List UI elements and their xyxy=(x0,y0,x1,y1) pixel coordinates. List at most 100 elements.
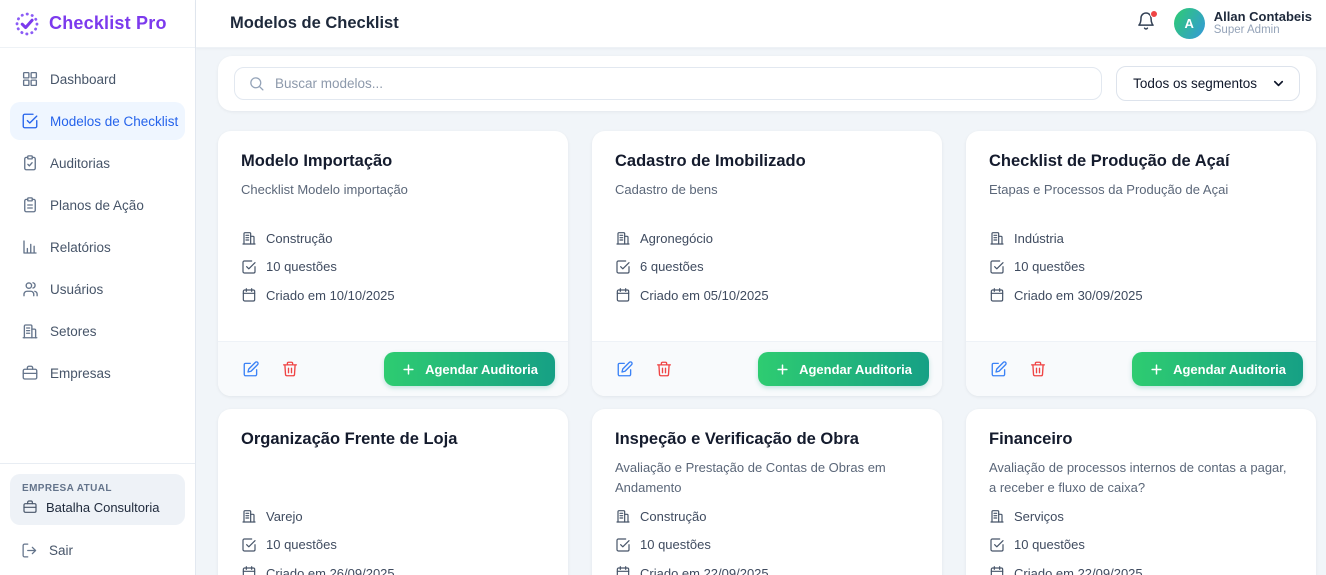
calendar-icon xyxy=(989,287,1005,303)
schedule-audit-button[interactable]: Agendar Auditoria xyxy=(384,352,555,386)
schedule-audit-label: Agendar Auditoria xyxy=(799,361,912,377)
current-company-name: Batalha Consultoria xyxy=(46,499,160,515)
check-square-icon xyxy=(615,537,631,553)
building-icon xyxy=(615,230,631,246)
schedule-audit-button[interactable]: Agendar Auditoria xyxy=(1132,352,1303,386)
card-meta-questions: 10 questões xyxy=(241,537,545,553)
user-menu[interactable]: A Allan Contabeis Super Admin xyxy=(1173,8,1312,39)
briefcase-icon xyxy=(22,499,38,515)
calendar-icon xyxy=(241,565,257,575)
sidebar-bottom: EMPRESA ATUAL Batalha Consultoria Sair xyxy=(0,463,195,575)
current-company-label: EMPRESA ATUAL xyxy=(22,483,112,494)
card-body: Modelo Importação Checklist Modelo import… xyxy=(218,131,568,341)
delete-button[interactable] xyxy=(1026,357,1050,381)
plus-icon xyxy=(775,362,790,377)
card-meta-created: Criado em 22/09/2025 xyxy=(989,565,1293,575)
card-body: Checklist de Produção de Açaí Etapas e Pr… xyxy=(966,131,1316,341)
sidebar-item-setores[interactable]: Setores xyxy=(10,312,185,350)
trash-icon xyxy=(655,360,673,378)
search-input[interactable] xyxy=(275,76,1089,91)
card-meta-segment: Varejo xyxy=(241,508,545,524)
card-meta-questions: 10 questões xyxy=(989,537,1293,553)
sidebar-item-auditorias[interactable]: Auditorias xyxy=(10,144,185,182)
user-name: Allan Contabeis xyxy=(1213,8,1312,24)
check-square-icon xyxy=(21,112,39,130)
calendar-icon xyxy=(615,287,631,303)
card-description xyxy=(241,458,545,508)
card-meta-list: Construção 10 questões Criado em 22/09/202… xyxy=(615,508,919,575)
model-card: Modelo Importação Checklist Modelo import… xyxy=(218,131,568,396)
check-square-icon xyxy=(241,259,257,275)
sidebar-item-dashboard[interactable]: Dashboard xyxy=(10,60,185,98)
card-meta-segment: Agronegócio xyxy=(615,230,919,246)
content: Todos os segmentos Modelo Importação Chec… xyxy=(196,48,1326,575)
segment-filter-value: Todos os segmentos xyxy=(1133,76,1257,91)
clipboard-list-icon xyxy=(21,196,39,214)
building-icon xyxy=(241,508,257,524)
card-title: Financeiro xyxy=(989,430,1073,448)
card-footer: Agendar Auditoria xyxy=(218,341,568,396)
card-meta-created: Criado em 05/10/2025 xyxy=(615,287,919,303)
sidebar-item-label: Planos de Ação xyxy=(50,197,144,213)
model-card: Cadastro de Imobilizado Cadastro de bens A… xyxy=(592,131,942,396)
card-meta-list: Agronegócio 6 questões Criado em 05/10/202… xyxy=(615,230,919,303)
card-meta-list: Varejo 10 questões Criado em 26/09/2025 xyxy=(241,508,545,575)
card-meta-segment: Indústria xyxy=(989,230,1293,246)
segment-filter-select[interactable]: Todos os segmentos xyxy=(1116,66,1300,101)
card-footer: Agendar Auditoria xyxy=(592,341,942,396)
calendar-icon xyxy=(615,565,631,575)
card-description: Cadastro de bens xyxy=(615,182,718,197)
model-card: Inspeção e Verificação de Obra Avaliação … xyxy=(592,409,942,575)
edit-button[interactable] xyxy=(613,357,637,381)
briefcase-icon xyxy=(21,364,39,382)
card-meta-questions: 10 questões xyxy=(615,537,919,553)
sidebar-item-label: Dashboard xyxy=(50,71,117,87)
check-square-icon xyxy=(989,259,1005,275)
dotted-check-circle-icon xyxy=(14,11,40,37)
brand: Checklist Pro xyxy=(0,0,195,48)
sidebar-item-modelos-de-checklist[interactable]: Modelos de Checklist xyxy=(10,102,185,140)
delete-button[interactable] xyxy=(278,357,302,381)
sidebar-item-empresas[interactable]: Empresas xyxy=(10,354,185,392)
logout-button[interactable]: Sair xyxy=(10,533,185,567)
delete-button[interactable] xyxy=(652,357,676,381)
logout-label: Sair xyxy=(49,542,74,558)
card-meta-created: Criado em 30/09/2025 xyxy=(989,287,1293,303)
building-icon xyxy=(241,230,257,246)
calendar-icon xyxy=(989,565,1005,575)
notifications-button[interactable] xyxy=(1134,9,1158,38)
sidebar-item-planos-de-a-o[interactable]: Planos de Ação xyxy=(10,186,185,224)
card-meta-segment: Construção xyxy=(241,230,545,246)
sidebar-item-usu-rios[interactable]: Usuários xyxy=(10,270,185,308)
plus-icon xyxy=(401,362,416,377)
edit-icon xyxy=(616,360,634,378)
notification-badge xyxy=(1149,10,1158,18)
schedule-audit-button[interactable]: Agendar Auditoria xyxy=(758,352,929,386)
header-right: A Allan Contabeis Super Admin xyxy=(1134,8,1312,39)
sidebar-item-relat-rios[interactable]: Relatórios xyxy=(10,228,185,266)
bar-chart-icon xyxy=(21,238,39,256)
card-meta-list: Serviços 10 questões Criado em 22/09/2025 xyxy=(989,508,1293,575)
card-meta-questions: 10 questões xyxy=(989,259,1293,275)
model-card: Organização Frente de Loja Varejo 10 quest… xyxy=(218,409,568,575)
sidebar-item-label: Relatórios xyxy=(50,239,111,255)
toolbar: Todos os segmentos xyxy=(218,56,1316,111)
sidebar: Checklist Pro Dashboard Modelos de Checkl… xyxy=(0,0,196,575)
clipboard-check-icon xyxy=(21,154,39,172)
building-icon xyxy=(989,508,1005,524)
main-area: Modelos de Checklist A Allan Contabeis S… xyxy=(196,0,1326,575)
edit-button[interactable] xyxy=(239,357,263,381)
card-title: Inspeção e Verificação de Obra xyxy=(615,430,859,448)
edit-button[interactable] xyxy=(987,357,1011,381)
top-header: Modelos de Checklist A Allan Contabeis S… xyxy=(196,0,1326,48)
building-icon xyxy=(21,322,39,340)
search-box xyxy=(234,67,1103,100)
users-icon xyxy=(21,280,39,298)
schedule-audit-label: Agendar Auditoria xyxy=(1173,361,1286,377)
avatar: A xyxy=(1173,8,1205,39)
sidebar-nav: Dashboard Modelos de Checklist Auditorias P… xyxy=(0,48,195,392)
card-title: Organização Frente de Loja xyxy=(241,430,458,448)
card-body: Inspeção e Verificação de Obra Avaliação … xyxy=(592,409,942,575)
card-meta-created: Criado em 10/10/2025 xyxy=(241,287,545,303)
model-cards-grid: Modelo Importação Checklist Modelo import… xyxy=(218,131,1316,575)
